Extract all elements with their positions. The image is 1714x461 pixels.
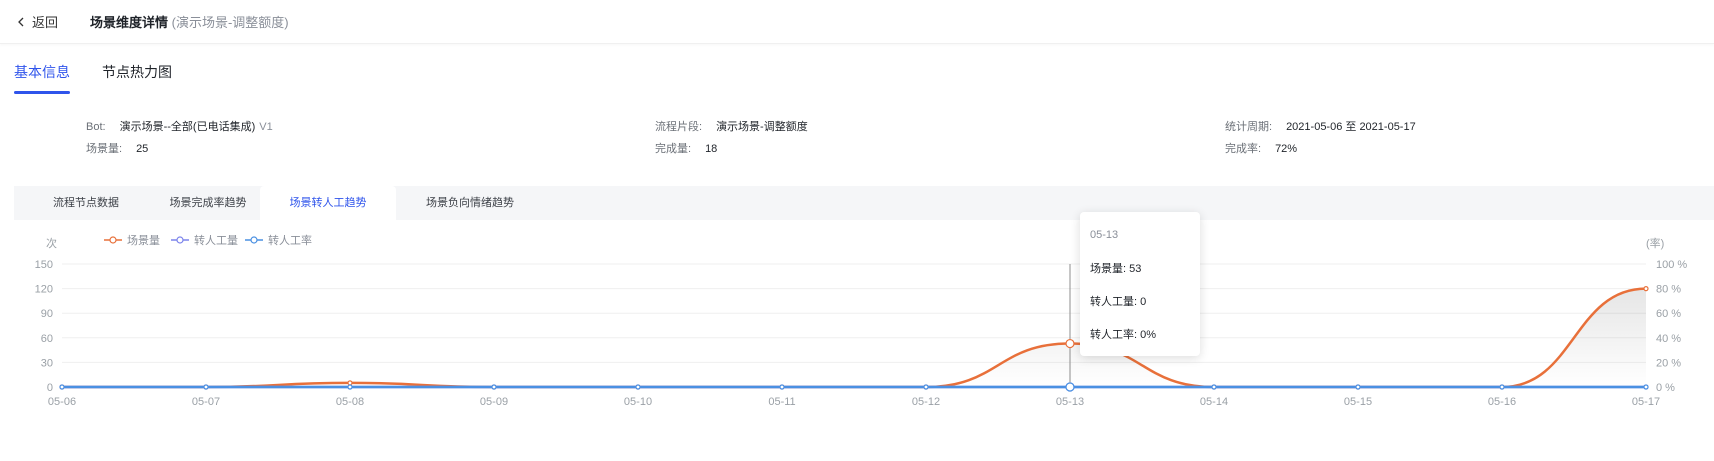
y-right-tick-label: 80 % (1656, 284, 1681, 296)
tooltip-rate-row: 转人工率: 0% (1090, 326, 1156, 342)
x-tick-label: 05-07 (192, 396, 220, 408)
tooltip-rate-value: 0% (1140, 329, 1157, 341)
y-left-tick-label: 150 (35, 259, 53, 271)
complete-count-value: 18 (705, 143, 718, 155)
scene-count-value: 25 (136, 143, 149, 155)
series-point (1355, 384, 1361, 390)
x-tick-label: 05-10 (624, 396, 652, 408)
complete-count-label: 完成量: (655, 143, 692, 155)
tooltip-transfer-value: 0 (1140, 296, 1147, 308)
series-point (1065, 382, 1075, 392)
scene-count-label: 场景量: (86, 143, 123, 155)
tab-basic-info[interactable]: 基本信息 (14, 62, 70, 94)
y-left-tick-label: 120 (35, 284, 53, 296)
bot-version: V1 (259, 121, 273, 133)
series-point (1499, 384, 1505, 390)
series-point (347, 380, 353, 386)
flow-value: 演示场景-调整额度 (716, 121, 808, 133)
legend-label: 场景量 (127, 233, 160, 247)
complete-rate-value: 72% (1275, 143, 1298, 155)
info-complete-count: 完成量: 18 (655, 140, 717, 156)
info-row-2: 场景量: 25 完成量: 18 完成率: 72% (0, 140, 1714, 156)
page-title: 场景维度详情 (演示场景-调整额度) (90, 12, 289, 31)
chart-tooltip: 05-13 场景量: 53 转人工量: 0 转人工率: 0% (1080, 212, 1200, 356)
series-point (1211, 384, 1217, 390)
y-left-tick-label: 30 (41, 357, 53, 369)
tooltip-scene-value: 53 (1129, 263, 1142, 275)
series-point (923, 384, 929, 390)
series-point (779, 384, 785, 390)
y-right-tick-label: 100 % (1656, 259, 1687, 271)
chart-tabs: 流程节点数据 场景完成率趋势 场景转人工趋势 场景负向情绪趋势 (14, 186, 1714, 220)
legend-marker (250, 236, 258, 244)
chevron-left-icon (18, 17, 24, 26)
subtab-transfer-trend[interactable]: 场景转人工趋势 (260, 186, 396, 220)
legend-label: 转人工量 (194, 233, 238, 247)
page-title-text: 场景维度详情 (90, 15, 169, 30)
x-tick-label: 05-06 (48, 396, 76, 408)
y-right-tick-label: 0 % (1656, 382, 1675, 394)
tooltip-transfer-row: 转人工量: 0 (1090, 293, 1146, 309)
tooltip-transfer-label: 转人工量: (1090, 296, 1138, 308)
series-point (635, 384, 641, 390)
series-point (1643, 285, 1649, 292)
trend-chart-svg: 150 100 % 120 80 % 90 60 % 60 40 % 30 20 % 0 0 % 次 (率… (35, 233, 1688, 408)
tooltip-rate-label: 转人工率: (1090, 329, 1138, 341)
info-bot: Bot: 演示场景--全部(已电话集成) V1 (86, 118, 273, 134)
tab-node-heatmap[interactable]: 节点热力图 (102, 62, 172, 94)
y-left-tick-label: 0 (47, 382, 53, 394)
legend-marker (109, 236, 117, 244)
complete-rate-label: 完成率: (1225, 143, 1262, 155)
info-flow: 流程片段: 演示场景-调整额度 (655, 118, 808, 134)
period-value: 2021-05-06 至 2021-05-17 (1286, 121, 1416, 133)
x-tick-label: 05-12 (912, 396, 940, 408)
back-label: 返回 (32, 15, 59, 30)
x-tick-label: 05-08 (336, 396, 364, 408)
tooltip-scene-row: 场景量: 53 (1090, 260, 1141, 276)
bot-value: 演示场景--全部(已电话集成) (119, 121, 256, 133)
subtab-flow-node-data[interactable]: 流程节点数据 (30, 186, 142, 220)
series-point (347, 384, 353, 390)
x-tick-label: 05-17 (1632, 396, 1660, 408)
tooltip-scene-label: 场景量: (1090, 263, 1127, 275)
page-header: 返回 场景维度详情 (演示场景-调整额度) (0, 0, 1714, 44)
series-point (203, 384, 209, 390)
info-scene-count: 场景量: 25 (86, 140, 148, 156)
info-complete-rate: 完成率: 72% (1225, 140, 1297, 156)
x-tick-label: 05-16 (1488, 396, 1516, 408)
period-label: 统计周期: (1225, 121, 1273, 133)
page-subtitle: (演示场景-调整额度) (171, 15, 289, 30)
back-button[interactable]: 返回 (16, 12, 58, 31)
subtab-negative-emotion-trend[interactable]: 场景负向情绪趋势 (396, 186, 544, 220)
flow-label: 流程片段: (655, 121, 703, 133)
x-tick-label: 05-11 (768, 396, 795, 408)
x-tick-label: 05-15 (1344, 396, 1372, 408)
bot-label: Bot: (86, 121, 106, 133)
series-point (491, 384, 497, 390)
legend-marker (176, 236, 184, 244)
legend-label: 转人工率 (268, 233, 312, 247)
y-left-tick-label: 60 (41, 333, 53, 345)
y-right-tick-label: 60 % (1656, 308, 1681, 320)
series-point (1643, 384, 1649, 390)
y-left-unit: 次 (46, 236, 57, 250)
x-tick-label: 05-13 (1056, 396, 1084, 408)
x-tick-label: 05-14 (1200, 396, 1228, 408)
x-tick-label: 05-09 (480, 396, 508, 408)
tooltip-date: 05-13 (1090, 229, 1119, 241)
y-left-tick-label: 90 (41, 308, 53, 320)
trend-chart: 150 100 % 120 80 % 90 60 % 60 40 % 30 20 % 0 0 % 次 (率… (0, 222, 1714, 456)
y-right-tick-label: 40 % (1656, 333, 1681, 345)
series-point (59, 384, 65, 390)
y-right-unit: (率) (1646, 236, 1664, 250)
info-row-1: Bot: 演示场景--全部(已电话集成) V1 流程片段: 演示场景-调整额度 统计周… (0, 118, 1714, 134)
main-tabs: 基本信息 节点热力图 (14, 62, 172, 94)
subtab-completion-trend[interactable]: 场景完成率趋势 (142, 186, 274, 220)
series-point (1065, 338, 1075, 349)
info-period: 统计周期: 2021-05-06 至 2021-05-17 (1225, 118, 1416, 134)
y-right-tick-label: 20 % (1656, 357, 1681, 369)
